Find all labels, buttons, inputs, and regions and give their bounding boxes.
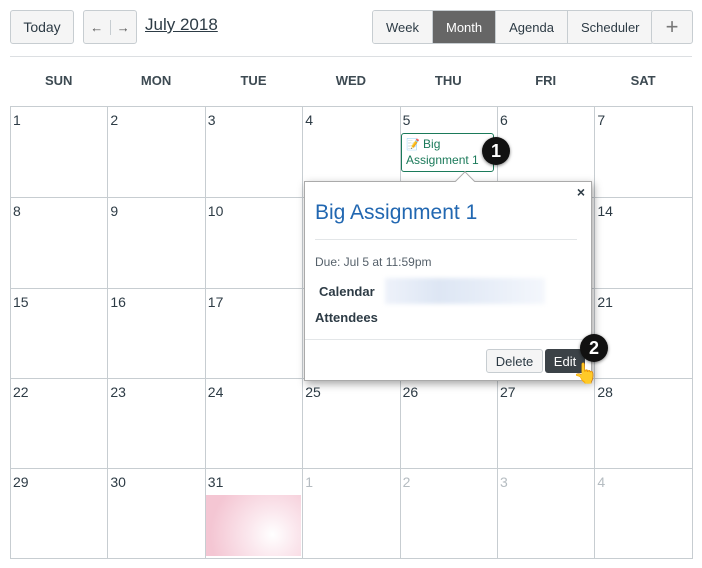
month-title[interactable]: July 2018 [145,15,218,35]
day-number[interactable]: 14 [597,203,613,219]
day-number[interactable]: 31 [208,474,224,490]
calendar-event[interactable]: 📝 Big Assignment 1 [401,133,494,172]
view-month-button[interactable]: Month [433,11,497,43]
day-number[interactable]: 3 [208,112,216,128]
day-number[interactable]: 16 [110,294,126,310]
due-date: Due: Jul 5 at 11:59pm [315,255,432,269]
day-cell[interactable]: 2 [108,107,206,198]
day-cell[interactable]: 25 [303,379,401,469]
weekday-fri: FRI [535,73,557,88]
day-cell[interactable]: 27 [498,379,596,469]
day-cell[interactable]: 16 [108,289,206,379]
redacted-event [206,495,301,556]
day-cell[interactable]: 29 [11,469,109,559]
weekday-mon: MON [140,73,172,88]
day-cell[interactable]: 4 [595,469,692,559]
day-number[interactable]: 15 [13,294,29,310]
day-number[interactable]: 4 [305,112,313,128]
day-cell[interactable]: 30 [108,469,206,559]
calendar-value-redacted [385,278,545,304]
day-number[interactable]: 25 [305,384,321,400]
day-number[interactable]: 29 [13,474,29,490]
weekday-sun: SUN [44,73,73,88]
today-button[interactable]: Today [10,10,74,44]
close-icon[interactable]: × [577,184,585,200]
day-cell[interactable]: 23 [108,379,206,469]
popover-divider [315,239,577,240]
day-number[interactable]: 9 [110,203,118,219]
day-number[interactable]: 28 [597,384,613,400]
day-cell[interactable]: 8 [11,198,109,289]
day-number[interactable]: 22 [13,384,29,400]
day-cell[interactable]: 15 [11,289,109,379]
view-agenda-button[interactable]: Agenda [496,11,568,43]
day-cell[interactable]: 1 [11,107,109,198]
day-cell[interactable]: 7 [595,107,693,198]
day-cell[interactable]: 2 [401,469,498,559]
day-cell[interactable]: 21 [595,289,693,379]
day-number[interactable]: 24 [208,384,224,400]
month-navigation: ← → [83,10,137,44]
day-number[interactable]: 10 [208,203,224,219]
day-number[interactable]: 30 [110,474,126,490]
delete-button[interactable]: Delete [486,349,543,373]
day-number[interactable]: 21 [597,294,613,310]
day-number[interactable]: 17 [208,294,224,310]
day-number[interactable]: 23 [110,384,126,400]
event-popover: × Big Assignment 1 Due: Jul 5 at 11:59pm… [304,171,592,381]
plus-icon: + [665,14,679,39]
day-cell[interactable]: 1 [303,469,401,559]
day-cell[interactable]: 3 [205,107,304,198]
day-cell[interactable]: 9 [108,198,206,289]
step-callout-2: 2 [580,334,608,362]
day-cell[interactable]: 28 [595,379,693,469]
day-cell[interactable]: 24 [205,379,304,469]
weekday-sat: SAT [630,73,656,88]
header-divider [10,56,692,57]
day-cell[interactable]: 17 [205,289,304,379]
view-week-button[interactable]: Week [373,11,433,43]
day-number[interactable]: 2 [403,474,411,490]
weekday-tue: TUE [240,73,267,88]
attendees-label: Attendees [315,310,378,325]
next-month-button[interactable]: → [111,20,137,35]
day-number[interactable]: 4 [597,474,605,490]
step-callout-1: 1 [482,137,510,165]
day-number[interactable]: 6 [500,112,508,128]
day-cell[interactable]: 26 [400,379,498,469]
popover-footer-divider [305,339,591,340]
day-cell[interactable]: 3 [498,469,596,559]
popover-title[interactable]: Big Assignment 1 [315,201,477,225]
add-event-button[interactable]: + [651,10,693,44]
calendar-label: Calendar [319,284,375,299]
day-number[interactable]: 3 [500,474,508,490]
day-number[interactable]: 8 [13,203,21,219]
day-cell[interactable]: 10 [205,198,304,289]
day-number[interactable]: 26 [403,384,419,400]
day-number[interactable]: 27 [500,384,516,400]
hand-cursor-icon: 👆 [573,363,598,385]
assignment-icon: 📝 [406,139,420,151]
view-scheduler-button[interactable]: Scheduler [567,11,653,43]
day-number[interactable]: 1 [305,474,313,490]
day-number[interactable]: 2 [110,112,118,128]
day-cell[interactable]: 14 [595,198,693,289]
weekday-thu: THU [434,73,462,88]
weekday-wed: WED [335,73,367,88]
previous-month-button[interactable]: ← [84,19,111,35]
day-cell[interactable]: 22 [11,379,109,469]
day-number[interactable]: 7 [597,112,605,128]
day-number[interactable]: 5 [403,112,411,128]
day-number[interactable]: 1 [13,112,21,128]
view-switcher: Week Month Agenda Scheduler [372,10,654,44]
